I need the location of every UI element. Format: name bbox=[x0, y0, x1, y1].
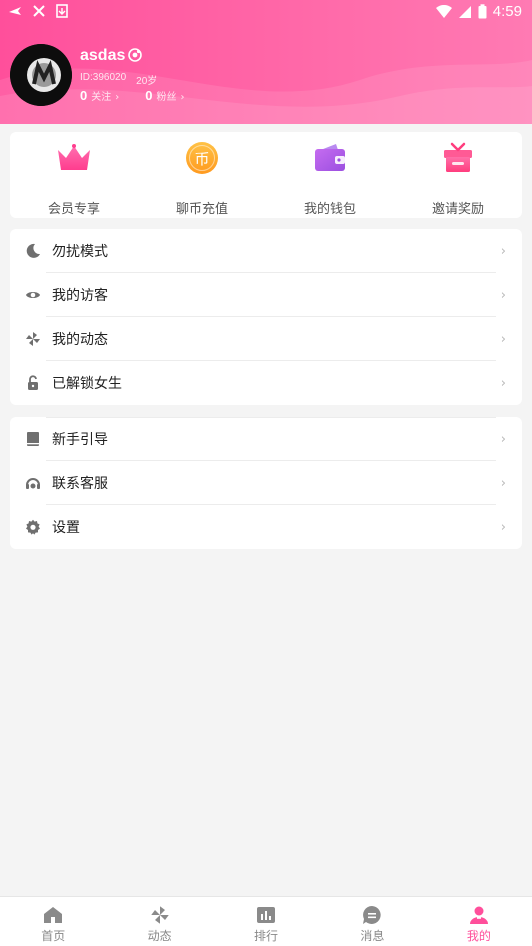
status-bar: 4:59 bbox=[0, 0, 532, 24]
status-time: 4:59 bbox=[492, 3, 522, 20]
nav-tab-label: 我的 bbox=[466, 929, 491, 943]
chevron-right-icon: › bbox=[500, 475, 506, 491]
chevron-right-icon: › bbox=[500, 431, 506, 447]
chevron-right-icon: › bbox=[500, 243, 506, 259]
follow-stats: 0 关注 › 0 粉丝 › bbox=[80, 88, 184, 103]
home-icon bbox=[42, 905, 64, 925]
nav-tab-label: 动态 bbox=[147, 929, 172, 943]
menu-card-primary: 勿扰模式 › 我的访客 › 我的动态 › 已解锁女生 › bbox=[10, 229, 522, 405]
username: asdas bbox=[80, 47, 126, 64]
airplane-icon bbox=[9, 7, 21, 15]
chevron-right-icon: › bbox=[500, 331, 506, 347]
menu-item-label: 已解锁女生 bbox=[52, 376, 122, 392]
menu-item-label: 我的动态 bbox=[52, 332, 108, 348]
headset-icon bbox=[24, 474, 42, 492]
avatar[interactable] bbox=[10, 44, 72, 106]
chevron-right-icon: › bbox=[115, 92, 120, 103]
crown-icon bbox=[54, 138, 94, 178]
pinwheel-icon bbox=[24, 330, 42, 348]
fans-label: 粉丝 bbox=[156, 92, 177, 103]
gift-icon bbox=[438, 138, 478, 178]
quick-action-recharge[interactable]: 币 聊币充值 bbox=[138, 132, 266, 218]
menu-item-settings[interactable]: 设置 › bbox=[10, 505, 522, 549]
menu-item-label: 设置 bbox=[52, 520, 80, 536]
avatar-image bbox=[10, 44, 72, 106]
quick-action-label: 我的钱包 bbox=[303, 202, 356, 217]
quick-action-wallet[interactable]: 我的钱包 bbox=[266, 132, 394, 218]
menu-item-label: 我的访客 bbox=[52, 288, 108, 304]
message-icon bbox=[361, 905, 383, 925]
quick-action-label: 邀请奖励 bbox=[431, 202, 484, 217]
unlock-icon bbox=[24, 374, 42, 392]
chevron-right-icon: › bbox=[180, 92, 185, 103]
svg-text:币: 币 bbox=[194, 150, 209, 168]
menu-item-label: 新手引导 bbox=[52, 432, 108, 448]
chevron-right-icon: › bbox=[500, 375, 506, 391]
eye-icon bbox=[24, 286, 42, 304]
following-label: 关注 bbox=[91, 92, 112, 103]
nav-tab-label: 首页 bbox=[41, 929, 66, 943]
gear-icon bbox=[24, 518, 42, 536]
signal-icon bbox=[458, 5, 471, 18]
following-link[interactable]: 0 关注 › bbox=[80, 88, 119, 103]
pinwheel-icon bbox=[149, 905, 171, 925]
wallet-icon bbox=[310, 138, 350, 178]
quick-actions: 会员专享 币 聊币充值 我的钱包 邀请奖励 bbox=[10, 132, 522, 218]
book-icon bbox=[24, 430, 42, 448]
battery-icon bbox=[478, 4, 487, 19]
nav-tab-moments[interactable]: 动态 bbox=[106, 897, 212, 946]
chevron-right-icon: › bbox=[500, 519, 506, 535]
menu-item-my-posts[interactable]: 我的动态 › bbox=[10, 317, 522, 361]
menu-item-customer-service[interactable]: 联系客服 › bbox=[10, 461, 522, 505]
wifi-icon bbox=[435, 4, 452, 18]
nav-tab-mine[interactable]: 我的 bbox=[426, 897, 532, 946]
quick-action-label: 聊币充值 bbox=[175, 202, 228, 217]
fans-link[interactable]: 0 粉丝 › bbox=[145, 88, 184, 103]
bottom-navigation: 首页 动态 排行 消息 我的 bbox=[0, 896, 532, 946]
menu-item-label: 勿扰模式 bbox=[52, 244, 108, 260]
moon-icon bbox=[24, 242, 42, 260]
quick-action-label: 会员专享 bbox=[47, 202, 100, 217]
nav-tab-label: 排行 bbox=[254, 929, 279, 943]
chevron-right-icon: › bbox=[500, 287, 506, 303]
quick-action-vip[interactable]: 会员专享 bbox=[10, 132, 138, 218]
coin-icon: 币 bbox=[182, 138, 222, 178]
user-age: 20岁 bbox=[136, 76, 158, 87]
following-count: 0 bbox=[80, 88, 88, 103]
quick-action-invite[interactable]: 邀请奖励 bbox=[394, 132, 522, 218]
user-id: ID:396020 bbox=[80, 72, 127, 83]
menu-card-secondary: 新手引导 › 联系客服 › 设置 › bbox=[10, 417, 522, 549]
ranking-icon bbox=[255, 905, 277, 925]
menu-item-unlocked[interactable]: 已解锁女生 › bbox=[10, 361, 522, 405]
nav-tab-messages[interactable]: 消息 bbox=[319, 897, 425, 946]
fans-count: 0 bbox=[145, 88, 153, 103]
close-x-icon bbox=[33, 5, 45, 17]
menu-item-label: 联系客服 bbox=[52, 476, 108, 492]
menu-item-visitors[interactable]: 我的访客 › bbox=[10, 273, 522, 317]
menu-item-guide[interactable]: 新手引导 › bbox=[10, 417, 522, 461]
profile-header: 4:59 asdas ID:396020 20岁 0 关注 › 0 粉丝 › bbox=[0, 0, 532, 124]
download-icon bbox=[56, 4, 68, 18]
nav-tab-label: 消息 bbox=[360, 929, 385, 943]
menu-item-do-not-disturb[interactable]: 勿扰模式 › bbox=[10, 229, 522, 273]
nav-tab-home[interactable]: 首页 bbox=[0, 897, 106, 946]
profile-meta: ID:396020 20岁 bbox=[80, 72, 157, 87]
profile-icon bbox=[468, 905, 490, 925]
verified-badge-icon bbox=[128, 48, 142, 62]
nav-tab-ranking[interactable]: 排行 bbox=[213, 897, 319, 946]
